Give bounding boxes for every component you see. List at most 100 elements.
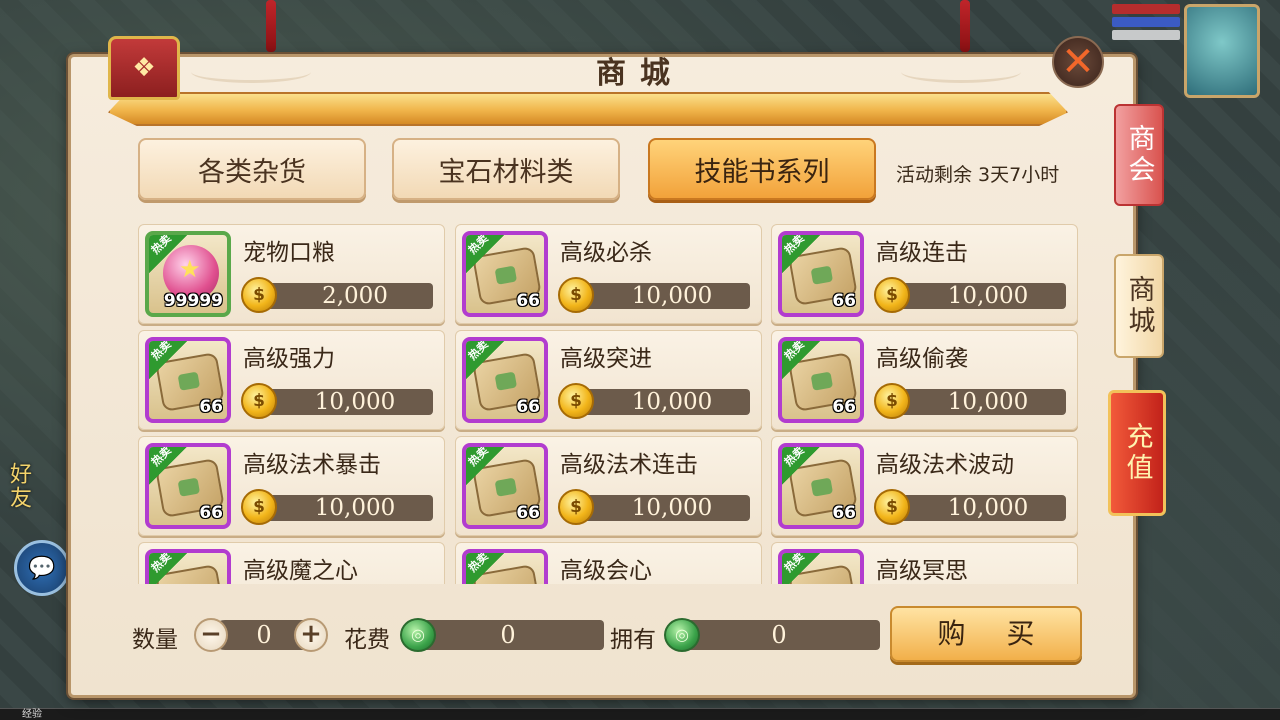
hot-sale-badge: 热卖 <box>781 549 824 584</box>
item-card[interactable]: 热卖 66 高级连击 10,000 $ <box>771 224 1078 324</box>
chat-button[interactable]: 💬 <box>14 540 70 596</box>
gold-coin-icon: $ <box>241 489 277 525</box>
hp-bar <box>1112 4 1180 14</box>
gold-coin-icon: $ <box>558 277 594 313</box>
buy-button[interactable]: 购 买 <box>890 606 1082 662</box>
quantity-decrease-button[interactable]: − <box>194 618 228 652</box>
item-price: 10,000 <box>568 389 750 415</box>
gold-coin-icon: $ <box>874 489 910 525</box>
chat-bubble-icon: 💬 <box>28 555 56 581</box>
friends-button[interactable]: 好友 <box>2 462 34 510</box>
item-card[interactable]: 热卖 高级魔之心 <box>138 542 445 584</box>
item-stock-count: 66 <box>199 503 223 523</box>
hot-sale-badge: 热卖 <box>781 231 824 277</box>
hot-sale-label: 热卖 <box>148 231 174 257</box>
item-icon-frame: 热卖 <box>778 549 864 584</box>
hot-sale-label: 热卖 <box>148 443 174 469</box>
hot-sale-badge: 热卖 <box>148 337 191 383</box>
item-stock-count: 66 <box>832 291 856 311</box>
item-name: 高级魔之心 <box>243 558 358 584</box>
item-card[interactable]: 热卖 66 高级强力 10,000 $ <box>138 330 445 430</box>
title-ribbon <box>108 92 1068 126</box>
item-stock-count: 99999 <box>163 291 223 311</box>
red-rope-decoration <box>266 0 276 52</box>
hot-sale-badge: 热卖 <box>466 447 508 489</box>
side-tab-recharge[interactable]: 充值 <box>1108 390 1166 516</box>
hot-sale-badge: 热卖 <box>465 337 508 383</box>
item-card[interactable]: 热卖 66 高级法术连击 10,000 $ <box>455 436 762 536</box>
item-card[interactable]: 热卖 99999 宠物口粮 2,000$ <box>138 224 445 324</box>
hot-sale-label: 热卖 <box>465 549 491 575</box>
hot-sale-badge: 热卖 <box>781 337 824 383</box>
item-price: 10,000 <box>884 495 1066 521</box>
hot-sale-badge: 热卖 <box>465 549 508 584</box>
jade-currency-icon: ◎ <box>400 618 436 652</box>
hot-sale-badge: 热卖 <box>781 443 824 489</box>
item-name: 高级必杀 <box>560 240 652 266</box>
item-price: 10,000 <box>251 389 433 415</box>
side-tab-guild[interactable]: 商会 <box>1114 104 1164 206</box>
hot-sale-label: 热卖 <box>781 231 807 257</box>
item-price: 10,000 <box>568 495 750 521</box>
item-name: 高级连击 <box>876 240 968 266</box>
cost-value: 0 <box>412 620 604 650</box>
quantity-value: 0 <box>256 621 272 649</box>
hot-sale-label: 热卖 <box>781 337 807 363</box>
item-icon-frame: 热卖 66 <box>778 337 864 423</box>
item-card[interactable]: 热卖 高级会心 <box>455 542 762 584</box>
exp-mini-bar <box>1112 30 1180 40</box>
item-icon-frame: 热卖 66 <box>778 443 864 529</box>
item-icon-frame: 热卖 <box>462 549 548 584</box>
quantity-increase-button[interactable]: + <box>294 618 328 652</box>
hot-sale-badge: 热卖 <box>148 443 191 489</box>
hot-sale-label: 热卖 <box>465 231 491 257</box>
close-icon: ✕ <box>1061 39 1095 85</box>
item-card[interactable]: 热卖 66 高级法术暴击 10,000 $ <box>138 436 445 536</box>
hot-sale-badge: 热卖 <box>149 553 191 584</box>
item-card[interactable]: 热卖 66 高级法术波动 10,000 $ <box>771 436 1078 536</box>
item-stock-count: 66 <box>516 291 540 311</box>
item-name: 高级法术连击 <box>560 452 698 478</box>
item-icon-frame: 热卖 99999 <box>145 231 231 317</box>
hot-sale-label: 热卖 <box>148 337 174 363</box>
item-card[interactable]: 热卖 66 高级必杀 10,000 $ <box>455 224 762 324</box>
gold-coin-icon: $ <box>874 277 910 313</box>
item-icon-frame: 热卖 66 <box>462 337 548 423</box>
item-stock-count: 66 <box>516 397 540 417</box>
hot-sale-label: 热卖 <box>781 443 807 469</box>
item-name: 高级冥思 <box>876 558 968 584</box>
gold-coin-icon: $ <box>241 277 277 313</box>
tab-skill-books[interactable]: 技能书系列 <box>648 138 876 200</box>
item-name: 宠物口粮 <box>243 240 335 266</box>
item-grid[interactable]: 热卖99999宠物口粮2,000$热卖66高级必杀10,000$热卖66高级连击… <box>138 224 1080 584</box>
side-tab-shop[interactable]: 商城 <box>1114 254 1164 358</box>
item-name: 高级法术暴击 <box>243 452 381 478</box>
item-name: 高级会心 <box>560 558 652 584</box>
tab-general-goods[interactable]: 各类杂货 <box>138 138 366 200</box>
gold-coin-icon: $ <box>241 383 277 419</box>
item-icon-frame: 热卖 66 <box>462 231 548 317</box>
item-price: 10,000 <box>251 495 433 521</box>
owned-label: 拥有 <box>610 627 656 653</box>
close-button[interactable]: ✕ <box>1052 36 1104 88</box>
gold-coin-icon: $ <box>874 383 910 419</box>
item-card[interactable]: 热卖 66 高级偷袭 10,000 $ <box>771 330 1078 430</box>
tab-gem-materials[interactable]: 宝石材料类 <box>392 138 620 200</box>
event-countdown: 活动剩余 3天7小时 <box>896 164 1060 186</box>
item-price: 10,000 <box>884 283 1066 309</box>
item-card[interactable]: 热卖 高级冥思 <box>771 542 1078 584</box>
player-status-bars <box>1112 4 1180 43</box>
item-name: 高级偷袭 <box>876 346 968 372</box>
red-rope-decoration <box>960 0 970 52</box>
hot-sale-label: 热卖 <box>465 337 491 363</box>
hot-sale-label: 热卖 <box>781 549 807 575</box>
cost-label: 花费 <box>344 627 390 653</box>
gold-coin-icon: $ <box>558 489 594 525</box>
jade-currency-icon: ◎ <box>664 618 700 652</box>
item-price: 10,000 <box>884 389 1066 415</box>
item-stock-count: 66 <box>199 397 223 417</box>
experience-label: 经验 <box>22 709 42 720</box>
item-price: 2,000 <box>251 283 433 309</box>
item-icon-frame: 热卖 66 <box>145 443 231 529</box>
item-card[interactable]: 热卖 66 高级突进 10,000 $ <box>455 330 762 430</box>
